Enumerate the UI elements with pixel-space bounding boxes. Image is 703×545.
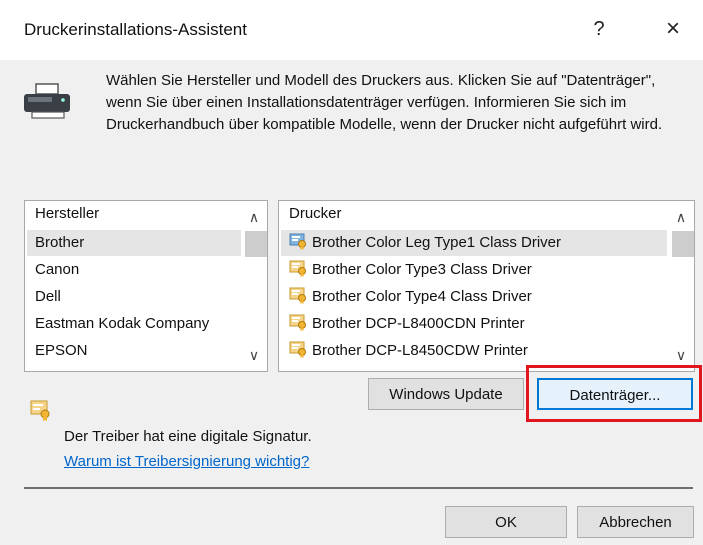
manufacturer-listbox[interactable]: Hersteller Brother Canon Dell Eastman Ko…: [24, 200, 268, 372]
certified-driver-icon: [289, 314, 306, 331]
window-title: Druckerinstallations-Assistent: [24, 20, 247, 39]
printer-item-label: Brother Color Type4 Class Driver: [312, 288, 532, 305]
title-bar: Druckerinstallations-Assistent ? ×: [0, 0, 703, 60]
printer-item[interactable]: Brother Color Type4 Class Driver: [281, 284, 667, 310]
manufacturer-item-epson[interactable]: EPSON: [27, 338, 241, 364]
help-button[interactable]: ?: [584, 14, 614, 44]
printer-item-label: Brother Color Type3 Class Driver: [312, 261, 532, 278]
printer-item[interactable]: Brother Color Leg Type1 Class Driver: [281, 230, 667, 256]
annotation-highlight-box: [526, 365, 702, 422]
printer-heading: Drucker: [289, 205, 342, 222]
printer-listbox[interactable]: Drucker Brother Color Leg Type1 Class Dr…: [278, 200, 695, 372]
windows-update-button[interactable]: Windows Update: [368, 378, 524, 410]
printer-item-label: Brother Color Leg Type1 Class Driver: [312, 234, 561, 251]
printer-icon: [24, 83, 70, 119]
printer-item-label: Brother DCP-L8450CDW Printer: [312, 342, 528, 359]
scroll-thumb[interactable]: [245, 231, 267, 257]
printer-item-label: Brother DCP-L8400CDN Printer: [312, 315, 525, 332]
scroll-down-icon[interactable]: ∨: [668, 345, 694, 365]
cancel-button[interactable]: Abbrechen: [577, 506, 694, 538]
signed-driver-icon: [30, 400, 50, 421]
scroll-down-icon[interactable]: ∨: [241, 345, 267, 365]
certified-driver-icon: [289, 287, 306, 304]
signature-status-text: Der Treiber hat eine digitale Signatur.: [64, 428, 312, 445]
certified-driver-icon: [289, 260, 306, 277]
dialog-content: Wählen Sie Hersteller und Modell des Dru…: [0, 60, 703, 545]
ok-button[interactable]: OK: [445, 506, 567, 538]
signature-help-link[interactable]: Warum ist Treibersignierung wichtig?: [64, 453, 309, 470]
printer-scrollbar[interactable]: ∧ ∨: [668, 201, 694, 371]
printer-item[interactable]: Brother Color Type3 Class Driver: [281, 257, 667, 283]
manufacturer-heading: Hersteller: [35, 205, 100, 222]
scroll-up-icon[interactable]: ∧: [668, 207, 694, 227]
manufacturer-item-eastman-kodak[interactable]: Eastman Kodak Company: [27, 311, 241, 337]
scroll-up-icon[interactable]: ∧: [241, 207, 267, 227]
close-button[interactable]: ×: [658, 14, 688, 44]
manufacturer-item-canon[interactable]: Canon: [27, 257, 241, 283]
manufacturer-item-dell[interactable]: Dell: [27, 284, 241, 310]
manufacturer-item-brother[interactable]: Brother: [27, 230, 241, 256]
instructions-text: Wählen Sie Hersteller und Modell des Dru…: [106, 72, 663, 133]
certified-driver-icon: [289, 233, 306, 250]
printer-item[interactable]: Brother DCP-L8450CDW Printer: [281, 338, 667, 364]
scroll-thumb[interactable]: [672, 231, 694, 257]
separator: [24, 487, 693, 489]
certified-driver-icon: [289, 341, 306, 358]
manufacturer-scrollbar[interactable]: ∧ ∨: [241, 201, 267, 371]
printer-item[interactable]: Brother DCP-L8400CDN Printer: [281, 311, 667, 337]
